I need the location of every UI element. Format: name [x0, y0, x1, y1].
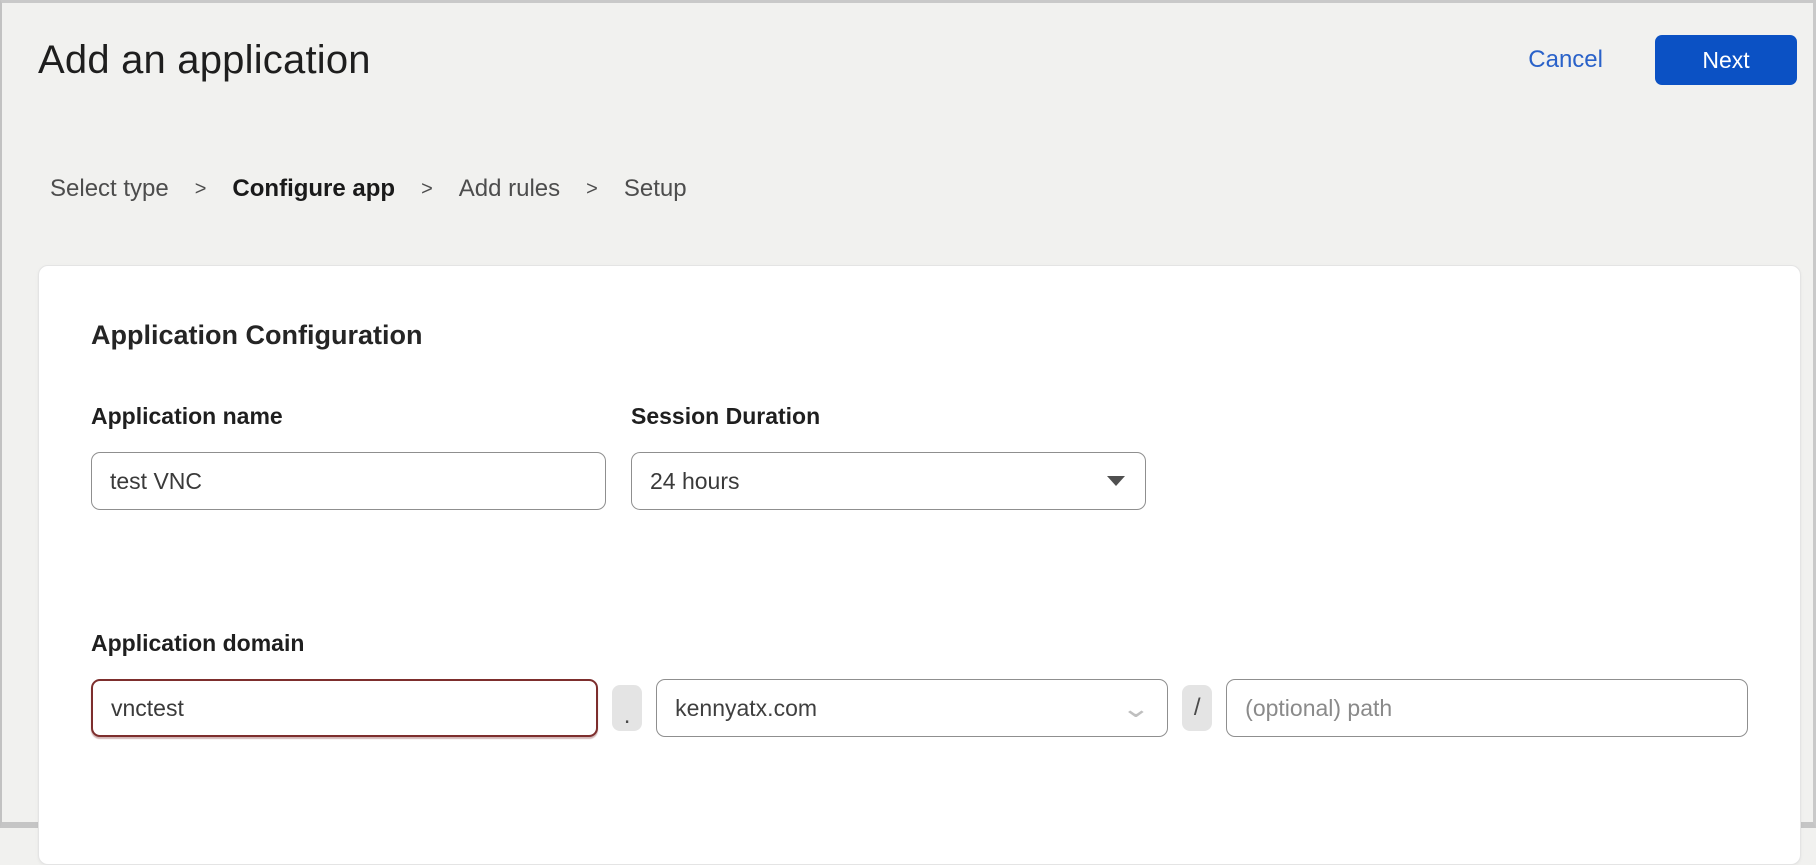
- breadcrumb: Select type > Configure app > Add rules …: [50, 175, 1813, 203]
- session-duration-select[interactable]: 24 hours: [631, 452, 1146, 510]
- page-header: Add an application Cancel Next: [2, 3, 1813, 85]
- application-configuration-card: Application Configuration Application na…: [38, 265, 1801, 865]
- breadcrumb-separator-icon: >: [586, 178, 598, 201]
- breadcrumb-separator-icon: >: [195, 178, 207, 201]
- session-duration-field: Session Duration 24 hours: [631, 403, 1146, 510]
- domain-select[interactable]: kennyatx.com ⌄: [656, 679, 1168, 737]
- session-duration-label: Session Duration: [631, 403, 1146, 430]
- breadcrumb-step-add-rules[interactable]: Add rules: [459, 175, 560, 203]
- breadcrumb-separator-icon: >: [421, 178, 433, 201]
- domain-select-value: kennyatx.com: [675, 695, 817, 722]
- caret-down-icon: [1107, 476, 1125, 486]
- add-application-page: Add an application Cancel Next Select ty…: [2, 3, 1813, 865]
- path-input[interactable]: [1226, 679, 1748, 737]
- slash-separator-text: /: [1194, 694, 1201, 722]
- header-actions: Cancel Next: [1528, 35, 1797, 85]
- slash-separator: /: [1182, 685, 1212, 731]
- chevron-down-icon: ⌄: [1121, 695, 1152, 721]
- next-button[interactable]: Next: [1655, 35, 1797, 85]
- application-name-input[interactable]: [91, 452, 606, 510]
- subdomain-input[interactable]: [91, 679, 598, 737]
- application-domain-label: Application domain: [91, 630, 304, 656]
- cancel-button[interactable]: Cancel: [1528, 46, 1603, 74]
- application-name-field: Application name: [91, 403, 606, 510]
- session-duration-value: 24 hours: [650, 468, 740, 495]
- breadcrumb-step-configure-app[interactable]: Configure app: [232, 175, 395, 203]
- application-domain-row: . kennyatx.com ⌄ /: [91, 679, 1748, 737]
- breadcrumb-step-select-type[interactable]: Select type: [50, 175, 169, 203]
- breadcrumb-step-setup[interactable]: Setup: [624, 175, 687, 203]
- dot-separator: .: [612, 685, 642, 731]
- dot-separator-text: .: [624, 702, 631, 730]
- name-duration-row: Application name Session Duration 24 hou…: [91, 403, 1748, 510]
- application-domain-field: Application domain . kennyatx.com ⌄ /: [91, 630, 1748, 737]
- page-title: Add an application: [38, 38, 371, 83]
- application-name-label: Application name: [91, 403, 606, 430]
- section-heading: Application Configuration: [91, 320, 1748, 351]
